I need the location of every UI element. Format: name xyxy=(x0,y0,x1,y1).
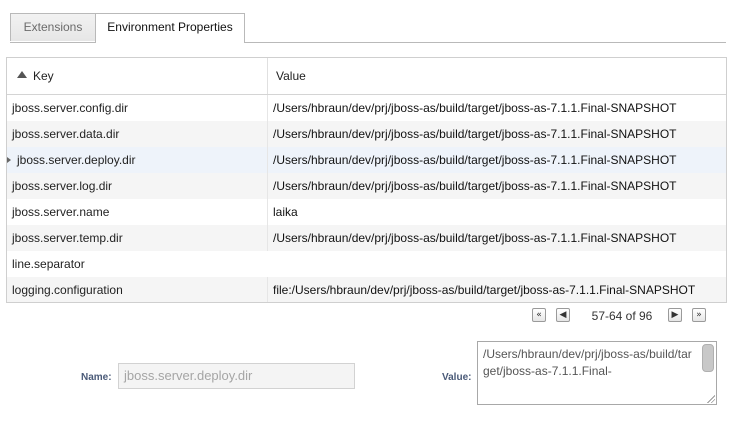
tab-extensions[interactable]: Extensions xyxy=(10,13,96,41)
table-row[interactable]: jboss.server.log.dir/Users/hbraun/dev/pr… xyxy=(7,173,726,199)
last-page-button[interactable]: » xyxy=(692,308,706,322)
name-label: Name: xyxy=(81,372,112,383)
resize-handle-icon[interactable] xyxy=(707,395,715,403)
page-info: 57-64 of 96 xyxy=(591,309,653,323)
cell-key: jboss.server.temp.dir xyxy=(12,231,123,245)
cell-key: logging.configuration xyxy=(12,283,123,297)
cell-key: jboss.server.data.dir xyxy=(12,127,120,141)
next-page-button[interactable]: ▶ xyxy=(668,308,682,322)
cell-value: /Users/hbraun/dev/prj/jboss-as/build/tar… xyxy=(267,121,726,147)
value-textarea[interactable]: /Users/hbraun/dev/prj/jboss-as/build/tar… xyxy=(477,341,717,405)
sort-ascending-icon xyxy=(17,71,27,79)
table-body: jboss.server.config.dir/Users/hbraun/dev… xyxy=(7,95,726,302)
cell-key: jboss.server.log.dir xyxy=(12,179,113,193)
environment-properties-view: Extensions Environment Properties Key Va… xyxy=(0,0,738,424)
cell-key: jboss.server.name xyxy=(12,205,110,219)
cell-key: jboss.server.deploy.dir xyxy=(17,153,136,167)
cell-value: /Users/hbraun/dev/prj/jboss-as/build/tar… xyxy=(267,173,726,199)
pager: « ◀ 57-64 of 96 ▶ » xyxy=(530,306,730,326)
table-row[interactable]: jboss.server.temp.dir/Users/hbraun/dev/p… xyxy=(7,225,726,251)
prev-page-icon: ◀ xyxy=(559,310,567,320)
value-label: Value: xyxy=(442,372,472,383)
table-row[interactable]: line.separator xyxy=(7,251,726,277)
table-row[interactable]: jboss.server.name laika xyxy=(7,199,726,225)
next-page-icon: ▶ xyxy=(671,310,679,320)
table-row[interactable]: jboss.server.data.dir/Users/hbraun/dev/p… xyxy=(7,121,726,147)
first-page-icon: « xyxy=(536,310,542,320)
table-row[interactable]: logging.configuration file:/Users/hbraun/… xyxy=(7,277,726,302)
table-header: Key Value xyxy=(7,58,726,95)
column-header-key[interactable]: Key xyxy=(7,58,267,94)
cell-value: /Users/hbraun/dev/prj/jboss-as/build/tar… xyxy=(267,225,726,251)
cell-value: file:/Users/hbraun/dev/prj/jboss-as/buil… xyxy=(267,277,726,302)
first-page-button[interactable]: « xyxy=(532,308,546,322)
table-row[interactable]: jboss.server.config.dir/Users/hbraun/dev… xyxy=(7,95,726,121)
prev-page-button[interactable]: ◀ xyxy=(556,308,570,322)
properties-table: Key Value jboss.server.config.dir/Users/… xyxy=(6,57,727,303)
tab-environment-properties[interactable]: Environment Properties xyxy=(95,13,245,43)
tab-bar: Extensions Environment Properties xyxy=(10,13,726,43)
column-header-value-label: Value xyxy=(276,69,306,83)
column-header-value[interactable]: Value xyxy=(267,58,726,94)
last-page-icon: » xyxy=(696,310,702,320)
name-field[interactable]: jboss.server.deploy.dir xyxy=(118,363,355,389)
cell-value: /Users/hbraun/dev/prj/jboss-as/build/tar… xyxy=(267,95,726,121)
cell-key: jboss.server.config.dir xyxy=(12,101,129,115)
value-text: /Users/hbraun/dev/prj/jboss-as/build/tar… xyxy=(483,347,692,378)
cell-value: laika xyxy=(267,199,726,225)
column-header-key-label: Key xyxy=(33,69,54,83)
table-row[interactable]: jboss.server.deploy.dir/Users/hbraun/dev… xyxy=(7,147,726,173)
cell-value: /Users/hbraun/dev/prj/jboss-as/build/tar… xyxy=(267,147,726,173)
textarea-scrollbar[interactable] xyxy=(702,344,714,372)
cell-key: line.separator xyxy=(12,257,85,271)
